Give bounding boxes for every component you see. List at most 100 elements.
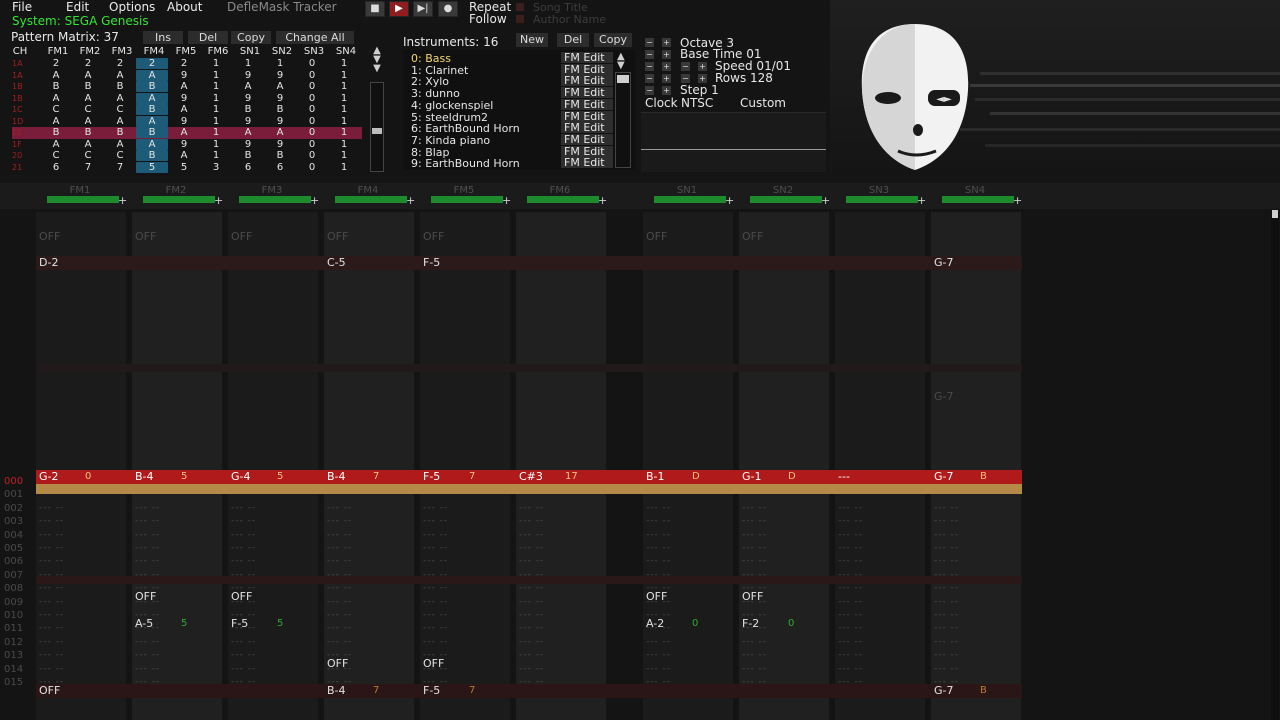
clock-ntsc-toggle[interactable]: NTSC — [681, 96, 713, 110]
empty-cell[interactable]: --- -- — [838, 650, 863, 660]
pm-cell[interactable]: A — [264, 127, 296, 138]
pm-cell[interactable]: A — [104, 116, 136, 127]
empty-cell[interactable]: --- -- — [39, 583, 64, 593]
pm-ins-button[interactable]: Ins — [143, 31, 183, 44]
channel-name-fm6[interactable]: FM6 — [525, 185, 595, 196]
channel-name-fm5[interactable]: FM5 — [429, 185, 499, 196]
empty-cell[interactable]: --- -- — [742, 570, 767, 580]
pm-cell[interactable]: B — [264, 150, 296, 161]
empty-cell[interactable]: --- -- — [135, 664, 160, 674]
channel-volume-bar[interactable] — [750, 196, 822, 203]
empty-cell[interactable]: --- -- — [39, 516, 64, 526]
empty-cell[interactable]: --- -- — [742, 637, 767, 647]
channel-name-fm1[interactable]: FM1 — [45, 185, 115, 196]
pm-cell[interactable]: A — [264, 81, 296, 92]
empty-cell[interactable]: --- -- — [934, 664, 959, 674]
empty-cell[interactable]: --- -- — [646, 556, 671, 566]
pm-cell[interactable]: 9 — [264, 116, 296, 127]
pm-cell[interactable]: 1 — [328, 58, 360, 69]
pm-cell[interactable]: A — [40, 93, 72, 104]
empty-cell[interactable]: --- -- — [838, 570, 863, 580]
pm-row[interactable]: 1A A A A A 9 1 9 9 0 1 — [12, 69, 362, 82]
pm-row[interactable]: 1A 2 2 2 2 2 1 1 1 0 1 — [12, 58, 362, 70]
empty-cell[interactable]: --- -- — [327, 556, 352, 566]
empty-cell[interactable]: --- -- — [231, 637, 256, 647]
empty-cell[interactable]: --- -- — [519, 610, 544, 620]
pattern-instrument[interactable]: B — [980, 685, 987, 696]
channel-add-effect-button[interactable]: + — [214, 194, 223, 207]
empty-cell[interactable]: --- -- — [934, 570, 959, 580]
channel-name-sn3[interactable]: SN3 — [844, 185, 914, 196]
empty-cell[interactable]: --- -- — [423, 503, 448, 513]
pm-cell[interactable]: 0 — [296, 150, 328, 161]
pm-row[interactable]: 1C C C C B A 1 B B 0 1 — [12, 104, 362, 116]
pm-cell[interactable]: 1 — [200, 150, 232, 161]
pm-cell[interactable]: A — [232, 127, 264, 138]
fm-edit-button[interactable]: FM Edit — [561, 145, 613, 157]
note-off[interactable]: OFF — [742, 230, 763, 243]
instrument-scrollbar[interactable] — [615, 72, 631, 168]
pm-scroll-thumb[interactable] — [372, 128, 382, 134]
pm-cell[interactable]: C — [104, 150, 136, 161]
pm-cell[interactable]: 1 — [328, 81, 360, 92]
empty-cell[interactable]: --- -- — [838, 597, 863, 607]
note-off[interactable]: OFF — [39, 230, 60, 243]
fm-edit-button[interactable]: FM Edit — [561, 52, 613, 63]
current-row-instrument[interactable]: D — [692, 471, 700, 482]
channel-volume-bar[interactable] — [527, 196, 599, 203]
empty-cell[interactable]: --- -- — [231, 530, 256, 540]
empty-cell[interactable]: --- -- — [423, 570, 448, 580]
empty-cell[interactable]: --- -- — [646, 516, 671, 526]
menu-options[interactable]: Options — [109, 0, 155, 14]
empty-cell[interactable]: --- -- — [39, 543, 64, 553]
pm-cell[interactable]: 9 — [264, 139, 296, 150]
current-row-note[interactable]: B-4 — [135, 470, 154, 483]
pm-cell[interactable]: C — [104, 104, 136, 115]
pattern-note[interactable]: A-5 — [135, 617, 153, 630]
pm-cell[interactable]: 2 — [72, 58, 104, 69]
instrument-del-button[interactable]: Del — [557, 33, 589, 47]
empty-cell[interactable]: --- -- — [646, 650, 671, 660]
current-row-note[interactable]: B-1 — [646, 470, 665, 483]
pm-cell[interactable]: A — [72, 139, 104, 150]
speed2-decrease-button[interactable]: − — [681, 62, 690, 71]
pattern-instrument[interactable]: 7 — [469, 685, 475, 696]
empty-cell[interactable]: --- -- — [135, 650, 160, 660]
empty-cell[interactable]: --- -- — [327, 503, 352, 513]
fm-edit-button[interactable]: FM Edit — [561, 122, 613, 134]
empty-cell[interactable]: --- -- — [519, 597, 544, 607]
pm-cell[interactable]: 9 — [168, 139, 200, 150]
stop-button[interactable]: ■ — [365, 1, 385, 17]
empty-cell[interactable]: --- -- — [934, 530, 959, 540]
channel-name-sn2[interactable]: SN2 — [748, 185, 818, 196]
note-off[interactable]: OFF — [231, 230, 252, 243]
pm-cell[interactable]: 9 — [264, 93, 296, 104]
fm-edit-button[interactable]: FM Edit — [561, 133, 613, 145]
note-off[interactable]: OFF — [327, 230, 348, 243]
empty-cell[interactable]: --- -- — [423, 637, 448, 647]
empty-cell[interactable]: --- -- — [838, 637, 863, 647]
empty-cell[interactable]: --- -- — [934, 503, 959, 513]
pm-cell[interactable]: 9 — [232, 116, 264, 127]
channel-name-sn1[interactable]: SN1 — [652, 185, 722, 196]
empty-cell[interactable]: --- -- — [934, 556, 959, 566]
empty-cell[interactable]: --- -- — [838, 543, 863, 553]
empty-cell[interactable]: --- -- — [838, 664, 863, 674]
empty-cell[interactable]: --- -- — [39, 637, 64, 647]
pattern-note[interactable]: F-5 — [423, 256, 440, 269]
pm-cell[interactable]: 1 — [232, 58, 264, 69]
menu-about[interactable]: About — [167, 0, 202, 14]
pattern-instrument[interactable]: 0 — [788, 618, 794, 629]
pm-cell[interactable]: B — [40, 81, 72, 92]
pm-cell[interactable]: A — [72, 93, 104, 104]
pm-cell[interactable]: 9 — [232, 93, 264, 104]
menu-file[interactable]: File — [12, 0, 32, 14]
current-row-instrument[interactable]: D — [788, 471, 796, 482]
empty-cell[interactable]: --- -- — [135, 637, 160, 647]
pattern-scrollbar[interactable] — [1271, 210, 1279, 720]
pm-cell[interactable]: 5 — [168, 162, 200, 173]
empty-cell[interactable]: --- -- — [39, 530, 64, 540]
pm-cell[interactable]: 2 — [168, 58, 200, 69]
pm-cell[interactable]: C — [40, 150, 72, 161]
pm-cell[interactable]: A — [136, 138, 168, 150]
